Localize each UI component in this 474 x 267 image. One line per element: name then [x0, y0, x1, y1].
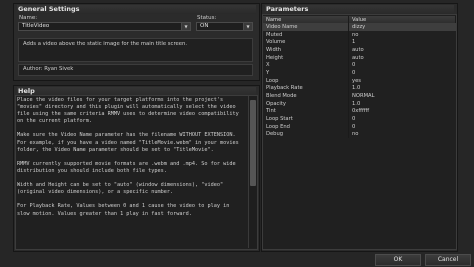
table-row[interactable]: Blend Mode NORMAL: [263, 92, 456, 100]
help-scrollbar-thumb[interactable]: [250, 100, 256, 186]
param-value: 0: [352, 69, 356, 76]
param-name: Tint: [263, 107, 349, 116]
description-text: Adds a video above the static image for …: [23, 41, 188, 47]
table-row[interactable]: Tint 0xffffff: [263, 107, 456, 116]
param-name: Playback Rate: [263, 84, 349, 93]
param-value: dizzy: [348, 23, 456, 31]
param-name: Blend Mode: [263, 92, 349, 100]
column-header-value[interactable]: Value: [348, 16, 456, 23]
column-header-name[interactable]: Name: [263, 16, 349, 23]
description-field[interactable]: Adds a video above the static image for …: [18, 38, 253, 62]
param-name: X: [263, 61, 349, 70]
param-value: 0: [352, 62, 356, 69]
name-label: Name:: [19, 15, 38, 21]
table-row[interactable]: Height auto: [263, 53, 456, 62]
table-row[interactable]: Playback Rate 1.0: [263, 84, 456, 93]
help-text: Place the video files for your target pl…: [17, 97, 243, 225]
table-row[interactable]: Volume 1: [263, 38, 456, 47]
table-row[interactable]: Muted no: [263, 30, 456, 39]
table-row[interactable]: Debug no: [263, 130, 456, 139]
parameters-title: Parameters: [265, 5, 454, 14]
param-name: Loop Start: [263, 115, 349, 123]
general-settings-title: General Settings: [17, 5, 256, 14]
name-select[interactable]: TitleVideo ▼: [18, 22, 191, 31]
help-paragraph: Make sure the Video Name parameter has t…: [17, 132, 239, 153]
status-select-value: ON: [200, 23, 209, 29]
param-value: 1: [352, 39, 356, 46]
param-value: auto: [352, 54, 364, 61]
parameters-table: Name Value Video Name dizzy Muted no Volum…: [263, 16, 456, 139]
ok-button[interactable]: OK: [375, 254, 421, 266]
author-text: Author: Ryan Sivek: [23, 66, 74, 72]
help-paragraph: Width and Height can be set to "auto" (w…: [17, 182, 224, 196]
cancel-button[interactable]: Cancel: [425, 254, 471, 266]
param-name: Loop End: [263, 122, 349, 131]
param-name: Debug: [263, 130, 349, 139]
name-select-value: TitleVideo: [22, 23, 50, 29]
status-label: Status:: [197, 15, 217, 21]
param-value: 1.0: [352, 100, 361, 107]
param-value: NORMAL: [352, 93, 375, 100]
param-value: 0: [352, 123, 356, 130]
table-row[interactable]: Width auto: [263, 46, 456, 54]
author-field: Author: Ryan Sivek: [18, 64, 253, 76]
table-row[interactable]: Loop Start 0: [263, 115, 456, 123]
table-row[interactable]: X0: [263, 61, 456, 70]
param-value: yes: [352, 77, 361, 84]
help-paragraph: For Playback Rate, Values between 0 and …: [17, 203, 230, 217]
param-value: no: [352, 131, 359, 138]
param-name: Volume: [263, 38, 349, 47]
table-row[interactable]: Loop End 0: [263, 122, 456, 131]
help-scrollbar[interactable]: [248, 96, 257, 248]
help-paragraph: RMMV currently supported movie formats a…: [17, 160, 236, 174]
chevron-down-icon: ▼: [181, 23, 190, 30]
chevron-down-icon: ▼: [243, 23, 252, 30]
table-row[interactable]: Video Name dizzy: [263, 23, 456, 31]
param-name: Muted: [263, 30, 349, 39]
table-row[interactable]: Loop yes: [263, 76, 456, 85]
param-name: Video Name: [263, 23, 349, 31]
param-value: 1.0: [352, 85, 361, 92]
param-value: no: [352, 31, 359, 38]
param-value: auto: [352, 46, 364, 53]
param-value: 0xffffff: [352, 108, 370, 115]
param-name: Height: [263, 53, 349, 62]
param-name: Y: [263, 69, 349, 77]
status-select[interactable]: ON ▼: [196, 22, 253, 31]
table-row[interactable]: Y0: [263, 69, 456, 77]
table-row[interactable]: Opacity 1.0: [263, 99, 456, 108]
param-name: Opacity: [263, 99, 349, 108]
param-name: Loop: [263, 76, 349, 85]
param-value: 0: [352, 116, 356, 123]
help-paragraph: Place the video files for your target pl…: [17, 97, 239, 125]
param-name: Width: [263, 46, 349, 54]
